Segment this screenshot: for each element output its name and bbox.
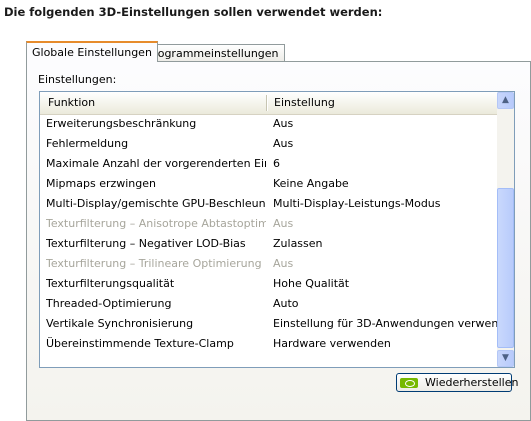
column-header-function[interactable]: Funktion: [48, 92, 95, 114]
row-function: Fehlermeldung: [46, 137, 129, 150]
row-function: Texturfilterungsqualität: [46, 277, 175, 290]
table-row[interactable]: Übereinstimmende Texture-Clamp Hardware v…: [40, 334, 497, 354]
list-header: Funktion Einstellung: [40, 92, 497, 115]
chevron-up-icon[interactable]: ▲: [497, 92, 514, 109]
tab-global-settings[interactable]: Globale Einstellungen: [26, 41, 158, 62]
restore-button[interactable]: Wiederherstellen: [396, 373, 518, 392]
table-row[interactable]: Mipmaps erzwingen Keine Angabe: [40, 174, 497, 194]
row-setting: Multi-Display-Leistungs-Modus: [273, 197, 441, 210]
row-setting: Aus: [273, 257, 294, 270]
restore-button-label: Wiederherstellen: [425, 376, 519, 389]
nvidia-logo-icon: [400, 378, 418, 388]
row-setting: Aus: [273, 117, 294, 130]
row-function: Vertikale Synchronisierung: [46, 317, 194, 330]
chevron-down-icon[interactable]: ▼: [497, 350, 514, 367]
table-row[interactable]: Multi-Display/gemischte GPU-Beschleunigu…: [40, 194, 497, 214]
tab-program-settings[interactable]: Programmeinstellungen: [141, 44, 285, 62]
vertical-scrollbar[interactable]: ▲ ▼: [497, 92, 514, 367]
column-header-setting[interactable]: Einstellung: [274, 92, 335, 114]
table-row[interactable]: Fehlermeldung Aus: [40, 134, 497, 154]
row-function: Maximale Anzahl der vorgerenderten Einz.…: [46, 157, 266, 170]
row-setting: Einstellung für 3D-Anwendungen verwenden: [273, 317, 515, 330]
page-heading: Die folgenden 3D-Einstellungen sollen ve…: [4, 5, 383, 19]
table-row[interactable]: Maximale Anzahl der vorgerenderten Einz.…: [40, 154, 497, 174]
row-setting: Keine Angabe: [273, 177, 349, 190]
table-row[interactable]: Threaded-Optimierung Auto: [40, 294, 497, 314]
table-row[interactable]: Texturfilterung – Anisotrope Abtastoptim…: [40, 214, 497, 234]
row-function: Texturfilterung – Trilineare Optimierung: [46, 257, 262, 270]
row-setting: Aus: [273, 217, 294, 230]
row-setting: Auto: [273, 297, 299, 310]
row-setting: 6: [273, 157, 280, 170]
table-row[interactable]: Erweiterungsbeschränkung Aus: [40, 114, 497, 134]
row-setting: Hohe Qualität: [273, 277, 350, 290]
table-row[interactable]: Texturfilterung – Trilineare Optimierung…: [40, 254, 497, 274]
scrollbar-thumb[interactable]: [497, 188, 514, 348]
row-setting: Zulassen: [273, 237, 323, 250]
row-setting: Hardware verwenden: [273, 337, 391, 350]
row-function: Texturfilterung – Anisotrope Abtastoptim…: [46, 217, 266, 230]
row-setting: Aus: [273, 137, 294, 150]
row-function: Texturfilterung – Negativer LOD-Bias: [46, 237, 246, 250]
row-function: Multi-Display/gemischte GPU-Beschleunigu…: [46, 197, 266, 210]
row-function: Threaded-Optimierung: [46, 297, 172, 310]
settings-label: Einstellungen:: [38, 73, 117, 86]
row-function: Erweiterungsbeschränkung: [46, 117, 197, 130]
table-row[interactable]: Texturfilterung – Negativer LOD-Bias Zula…: [40, 234, 497, 254]
table-row[interactable]: Texturfilterungsqualität Hohe Qualität: [40, 274, 497, 294]
table-row[interactable]: Vertikale Synchronisierung Einstellung fü…: [40, 314, 514, 334]
settings-list[interactable]: Funktion Einstellung Erweiterungsbeschrä…: [39, 91, 515, 368]
row-function: Mipmaps erzwingen: [46, 177, 157, 190]
row-function: Übereinstimmende Texture-Clamp: [46, 337, 234, 350]
column-divider[interactable]: [266, 95, 268, 111]
